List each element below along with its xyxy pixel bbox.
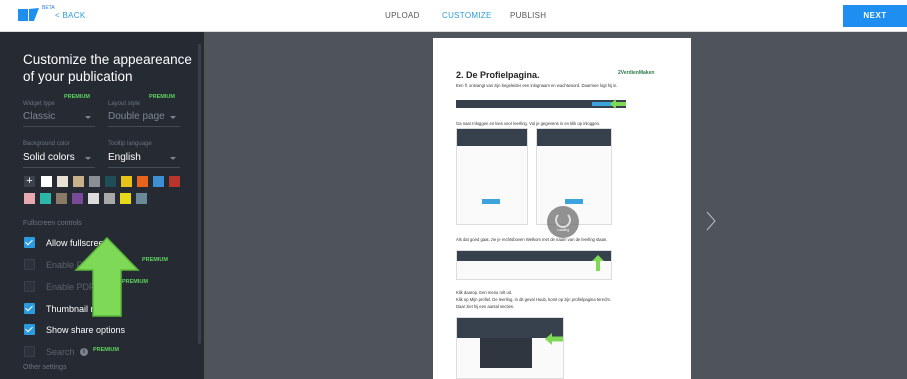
color-swatch[interactable] [40,193,51,204]
layout-style-label: Layout style [108,101,141,107]
option-checkbox[interactable] [24,281,35,292]
color-swatch[interactable] [41,176,52,187]
sidebar-title: Customize the appeareance of your public… [23,52,192,84]
info-icon[interactable]: i [80,348,88,356]
arrow-left-icon [610,99,626,109]
sidebar-scrollbar[interactable] [198,44,201,344]
page-logo: 2VerdienMaken [618,70,655,76]
widget-type-label: Widget type [23,101,55,107]
option-checkbox[interactable] [24,237,35,248]
option-label: Show share options [46,325,126,335]
tab-upload[interactable]: UPLOAD [385,11,420,20]
customize-sidebar: Customize the appeareance of your public… [0,32,204,379]
widget-type-select[interactable]: Classic [23,111,55,122]
arrow-left-icon [545,333,563,345]
page-image-detail [482,199,500,204]
color-swatch[interactable] [73,176,84,187]
color-swatch[interactable] [104,193,115,204]
loading-spinner: Loading [547,206,579,238]
premium-badge: PREMIUM [64,94,90,100]
color-swatch[interactable] [169,176,180,187]
color-swatch[interactable] [89,176,100,187]
premium-badge: PREMIUM [93,347,119,353]
color-swatch[interactable] [120,193,131,204]
page-image-detail [457,251,611,261]
page-image-detail [537,129,611,146]
tooltip-language-select[interactable]: English [108,152,141,163]
page-text-line: Klik op Mijn profiel. De leerling, in di… [456,297,611,302]
page-text-line: Daar ziet hij een aantal secties. [456,304,515,309]
page-text-line: Klik daarop. Een menu rolt uit. [456,290,513,295]
app-logo[interactable]: BETA [18,5,55,23]
page-image-detail [480,338,532,368]
option-checkbox[interactable] [24,346,35,357]
chevron-down-icon [85,116,91,119]
page-image-detail [457,129,527,146]
premium-badge: PREMIUM [149,94,175,100]
layout-style-select[interactable]: Double page [108,111,165,122]
arrow-up-icon [74,236,140,317]
chevron-down-icon [85,157,91,160]
arrow-up-icon [592,255,604,271]
color-swatch[interactable] [121,176,132,187]
background-color-select[interactable]: Solid colors [23,152,75,163]
color-swatch[interactable] [56,193,67,204]
chevron-down-icon [170,116,176,119]
divider [23,167,95,168]
chevron-down-icon [170,157,176,160]
top-bar: BETA < BACK UPLOAD CUSTOMIZE PUBLISH NEX… [0,0,907,32]
premium-badge: PREMIUM [142,257,168,263]
add-color-button[interactable]: + [24,176,35,187]
color-swatch[interactable] [136,193,147,204]
color-swatch[interactable] [137,176,148,187]
page-text-line: Een fl. ontvangt van zijn begeleider een… [456,83,618,88]
divider [23,126,95,127]
color-swatch[interactable] [57,176,68,187]
page-image-detail [565,199,583,204]
page-heading: 2. De Profielpagina. [456,70,540,80]
page-text-line: Als dat goed gaat, zie je rechtsboven We… [456,237,608,242]
tab-customize[interactable]: CUSTOMIZE [442,11,492,20]
loading-label: Loading [556,228,570,232]
chevron-right-icon[interactable] [706,211,716,231]
divider [108,167,180,168]
color-swatch[interactable] [153,176,164,187]
color-swatch[interactable] [24,193,35,204]
tooltip-language-label: Tooltip language [108,141,152,147]
divider [108,126,180,127]
color-swatch[interactable] [105,176,116,187]
back-link[interactable]: < BACK [55,11,85,20]
beta-badge: BETA [42,5,55,11]
page-text-line: Ga naar Inloggen en kies voor leerling. … [456,121,601,126]
fullscreen-section-label: Fullscreen controls [23,220,82,227]
color-swatch[interactable] [88,193,99,204]
color-swatch[interactable] [72,193,83,204]
option-checkbox[interactable] [24,259,35,270]
next-button[interactable]: NEXT [843,5,907,27]
option-checkbox[interactable] [24,324,35,335]
spinner-icon [555,212,571,228]
option-checkbox[interactable] [24,303,35,314]
tab-publish[interactable]: PUBLISH [510,11,546,20]
option-label: Search [46,347,75,357]
background-color-label: Background color [23,141,70,147]
other-settings-label: Other settings [23,364,67,371]
page-image-detail [592,102,612,106]
